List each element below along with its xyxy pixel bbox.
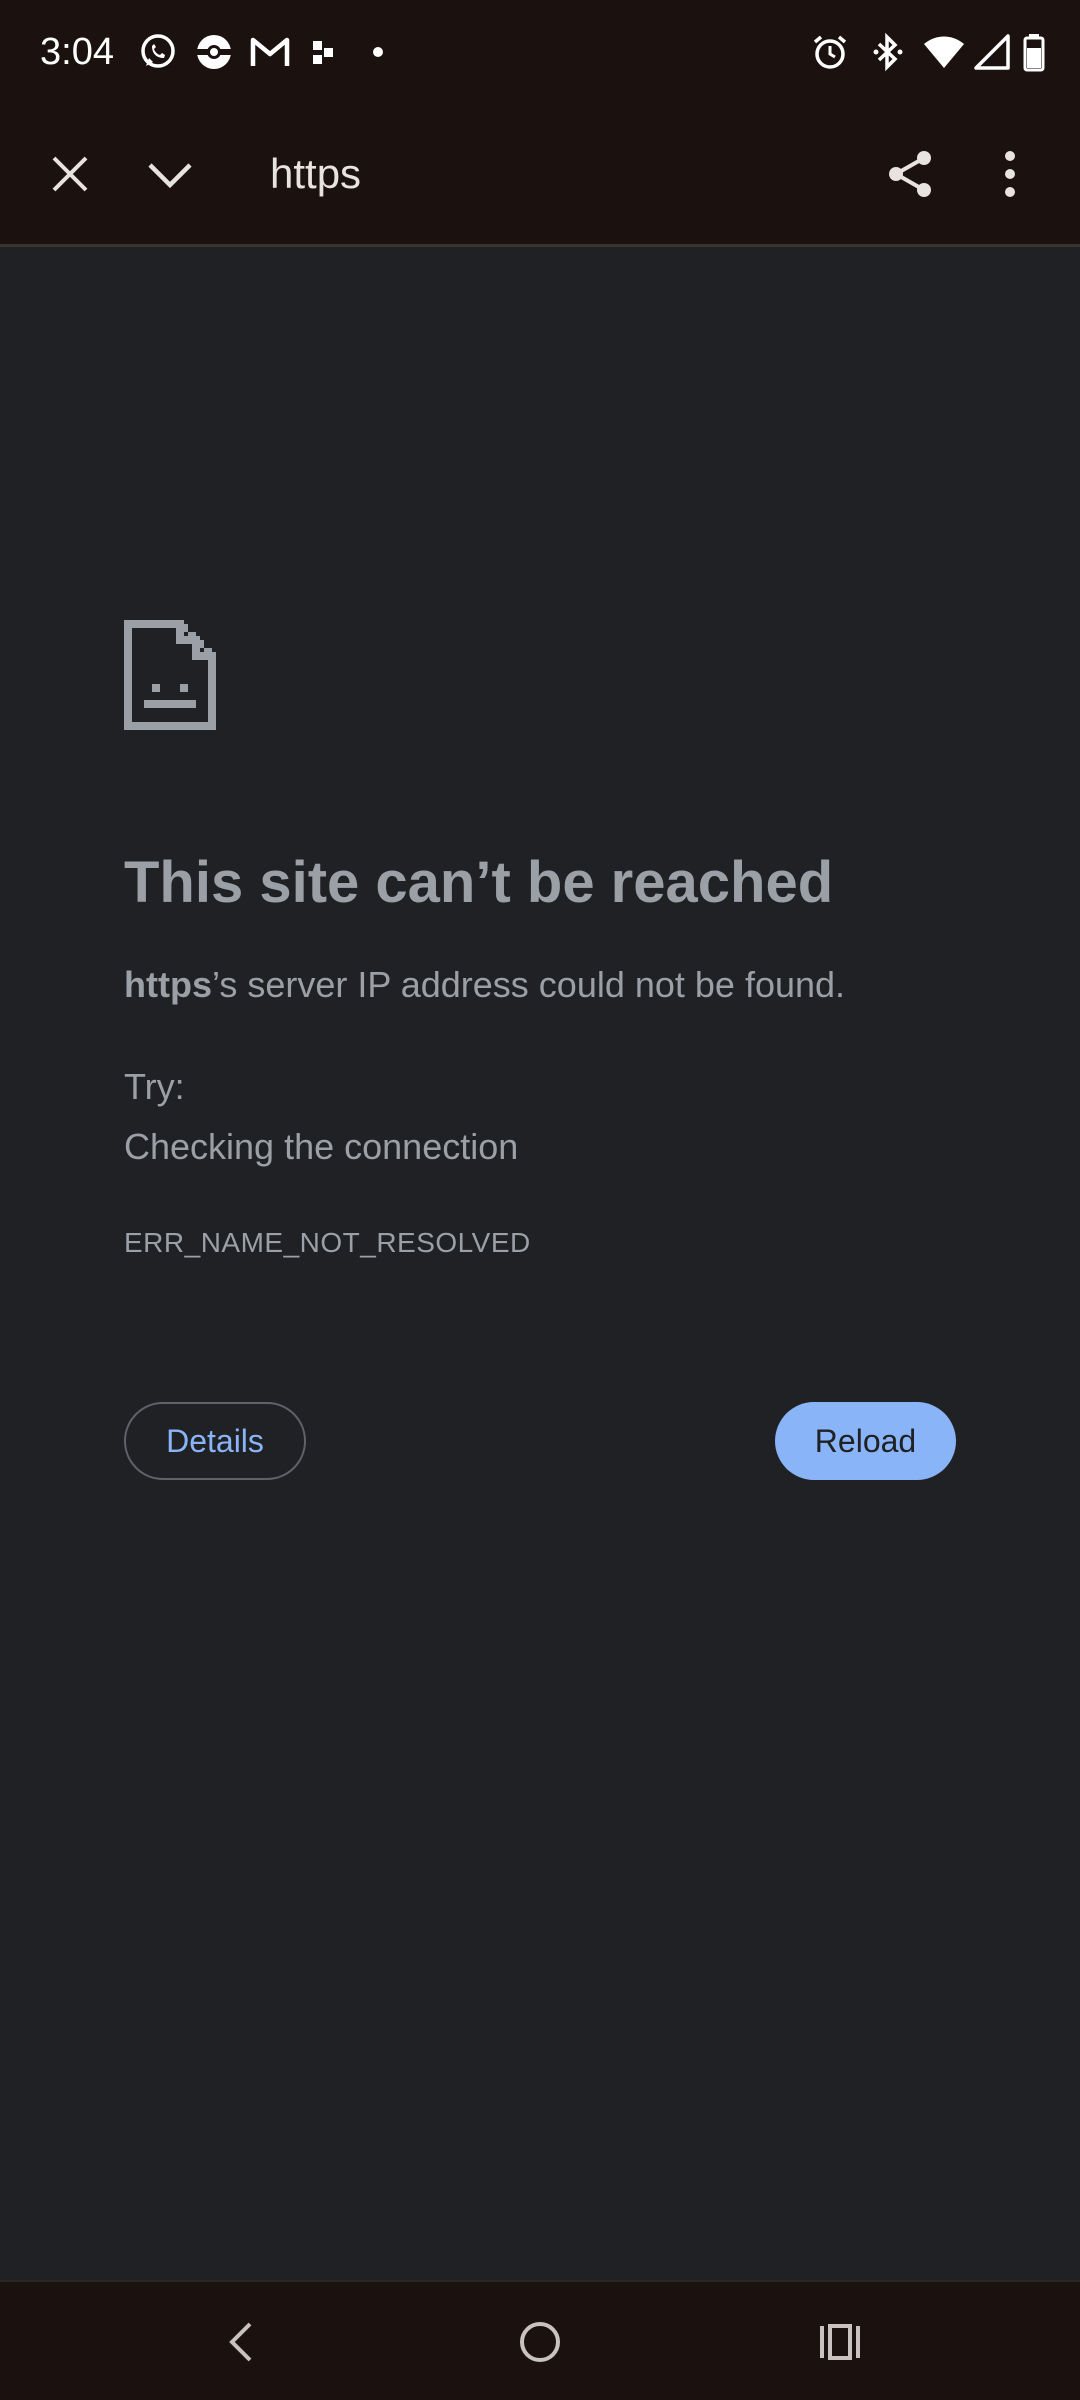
error-page: This site can’t be reached https’s serve… <box>0 247 1080 2280</box>
app-icon <box>302 28 346 76</box>
error-summary: https’s server IP address could not be f… <box>124 961 845 1009</box>
back-icon[interactable] <box>200 2302 280 2382</box>
close-icon[interactable] <box>30 134 110 214</box>
status-bar: 3:04 <box>0 0 1080 104</box>
more-vert-icon[interactable] <box>970 134 1050 214</box>
status-time: 3:04 <box>40 31 114 73</box>
wifi-icon <box>922 28 966 76</box>
cell-signal-icon <box>970 28 1014 76</box>
browser-toolbar: https <box>0 104 1080 247</box>
try-label: Try: <box>124 1066 185 1107</box>
error-code: ERR_NAME_NOT_RESOLVED <box>124 1227 531 1258</box>
dot-icon <box>356 28 400 76</box>
whatsapp-icon <box>136 28 180 76</box>
recents-icon[interactable] <box>800 2302 880 2382</box>
battery-icon <box>1012 28 1056 76</box>
pokeball-icon <box>192 28 236 76</box>
details-button[interactable]: Details <box>124 1402 306 1480</box>
gmail-icon <box>248 28 292 76</box>
chevron-down-icon[interactable] <box>130 134 210 214</box>
alarm-icon <box>808 28 852 76</box>
sad-document-icon <box>124 620 216 730</box>
bluetooth-icon <box>866 28 910 76</box>
error-host: https <box>124 964 212 1005</box>
url-text[interactable]: https <box>270 146 361 202</box>
reload-button[interactable]: Reload <box>775 1402 956 1480</box>
error-summary-text: ’s server IP address could not be found. <box>211 964 846 1005</box>
navigation-bar <box>0 2280 1080 2400</box>
error-heading: This site can’t be reached <box>124 850 834 915</box>
share-icon[interactable] <box>870 134 950 214</box>
suggestion-item: Checking the connection <box>124 1126 519 1167</box>
home-icon[interactable] <box>500 2302 580 2382</box>
